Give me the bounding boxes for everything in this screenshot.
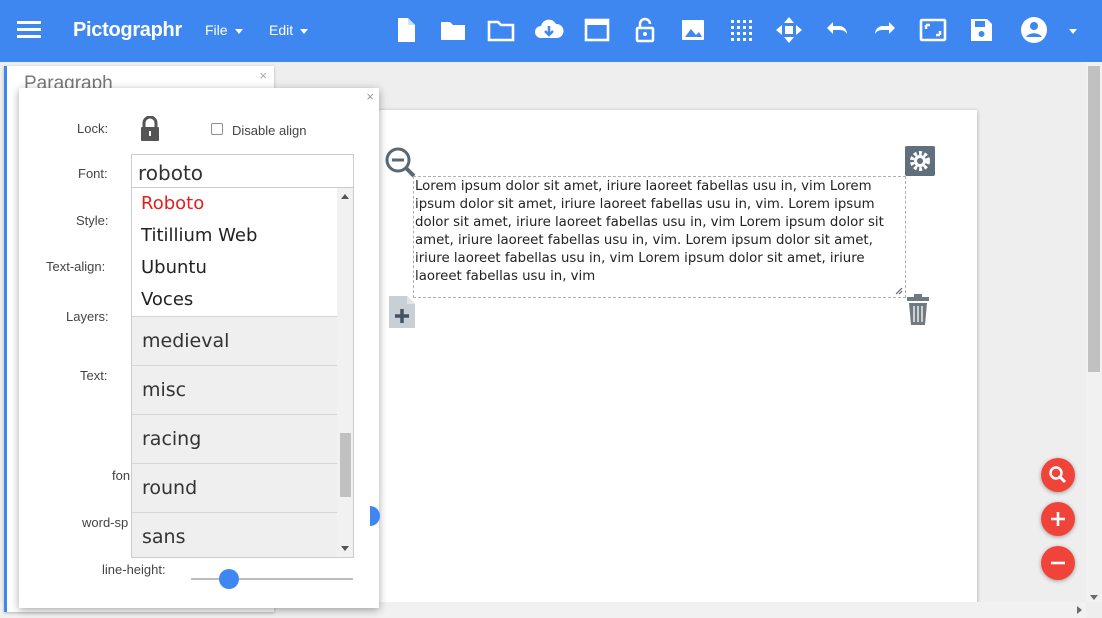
scroll-down-arrow-icon[interactable]: [341, 546, 349, 551]
font-category-option[interactable]: round: [132, 463, 338, 512]
zoom-in-fab[interactable]: [1041, 502, 1075, 536]
top-app-bar: Pictographr File Edit: [0, 0, 1102, 62]
scrollbar-thumb[interactable]: [1088, 66, 1100, 372]
slider-track: [191, 578, 353, 580]
zoom-out-fab[interactable]: [1041, 546, 1075, 580]
hamburger-menu-icon[interactable]: [16, 18, 42, 42]
disable-align-label: Disable align: [232, 123, 307, 138]
scroll-up-arrow-icon[interactable]: [341, 194, 349, 199]
lock-icon[interactable]: [139, 115, 161, 142]
search-fab[interactable]: [1041, 458, 1075, 492]
redo-icon[interactable]: [869, 14, 901, 46]
dropdown-scrollbar[interactable]: [337, 188, 353, 557]
font-dropdown-list: Roboto Titillium Web Ubuntu Voces medieval mi…: [132, 188, 338, 557]
paragraph-text: Lorem ipsum dolor sit amet, iriure laore…: [415, 179, 884, 284]
font-category-option[interactable]: medieval: [132, 316, 338, 365]
search-icon: [1049, 466, 1067, 484]
resize-handle-icon[interactable]: [895, 287, 903, 295]
font-option[interactable]: Titillium Web: [132, 220, 338, 252]
cloud-download-icon[interactable]: [533, 14, 565, 46]
font-size-label: fon: [112, 468, 131, 483]
account-icon[interactable]: [1018, 14, 1050, 46]
plus-icon: [1051, 512, 1065, 526]
lock-open-icon[interactable]: [629, 14, 661, 46]
chevron-down-icon: [234, 28, 243, 34]
edit-menu-button[interactable]: Edit: [269, 22, 309, 38]
font-search-input[interactable]: roboto: [131, 154, 354, 187]
scroll-down-arrow-icon[interactable]: [1090, 595, 1098, 600]
slider-knob-partial[interactable]: [370, 506, 380, 526]
image-icon[interactable]: [677, 14, 709, 46]
text-settings-panel: × Lock: Disable align Font: roboto Robot…: [19, 88, 380, 608]
app-title: Pictographr: [73, 19, 182, 41]
line-height-label: line-height:: [102, 562, 166, 577]
new-document-icon[interactable]: [389, 14, 421, 46]
add-page-icon[interactable]: [388, 295, 416, 329]
account-menu-button[interactable]: [1062, 22, 1077, 38]
slider-knob[interactable]: [219, 569, 239, 589]
move-icon[interactable]: [773, 14, 805, 46]
trash-icon[interactable]: [906, 294, 930, 326]
font-option[interactable]: Ubuntu: [132, 252, 338, 284]
disable-align-checkbox[interactable]: [211, 123, 223, 135]
line-height-slider[interactable]: [191, 569, 353, 589]
open-folder-icon[interactable]: [437, 14, 469, 46]
file-menu-button[interactable]: File: [205, 22, 243, 38]
font-label: Font:: [78, 166, 108, 181]
undo-icon[interactable]: [821, 14, 853, 46]
vertical-scrollbar[interactable]: [1086, 62, 1102, 602]
close-icon[interactable]: ×: [259, 68, 267, 83]
font-dropdown[interactable]: Roboto Titillium Web Ubuntu Voces medieval mi…: [131, 187, 354, 558]
settings-gear-icon[interactable]: [905, 146, 935, 176]
grid-icon[interactable]: [725, 14, 757, 46]
text-align-label: Text-align:: [46, 259, 106, 274]
zoom-out-icon[interactable]: [384, 146, 418, 180]
folder-outline-icon[interactable]: [485, 14, 517, 46]
chevron-down-icon: [1069, 28, 1077, 34]
font-option[interactable]: Roboto: [132, 188, 338, 220]
font-category-option[interactable]: sans: [132, 512, 338, 557]
file-menu-label: File: [205, 22, 228, 38]
save-icon[interactable]: [965, 14, 997, 46]
close-icon[interactable]: ×: [366, 89, 374, 104]
edit-menu-label: Edit: [269, 22, 294, 38]
text-label: Text:: [80, 368, 108, 383]
word-spacing-label: word-sp: [82, 515, 129, 530]
dropdown-scrollbar-thumb[interactable]: [340, 433, 351, 497]
chevron-down-icon: [300, 28, 309, 34]
layers-label: Layers:: [66, 309, 109, 324]
style-label: Style:: [76, 213, 109, 228]
minus-icon: [1051, 561, 1065, 565]
font-option[interactable]: Voces: [132, 284, 338, 316]
scroll-right-arrow-icon[interactable]: [1077, 606, 1082, 614]
window-icon[interactable]: [581, 14, 613, 46]
font-category-option[interactable]: racing: [132, 414, 338, 463]
paragraph-text-box[interactable]: Lorem ipsum dolor sit amet, iriure laore…: [413, 176, 906, 298]
font-category-option[interactable]: misc: [132, 365, 338, 414]
lock-label: Lock:: [77, 121, 109, 136]
fit-screen-icon[interactable]: [917, 14, 949, 46]
